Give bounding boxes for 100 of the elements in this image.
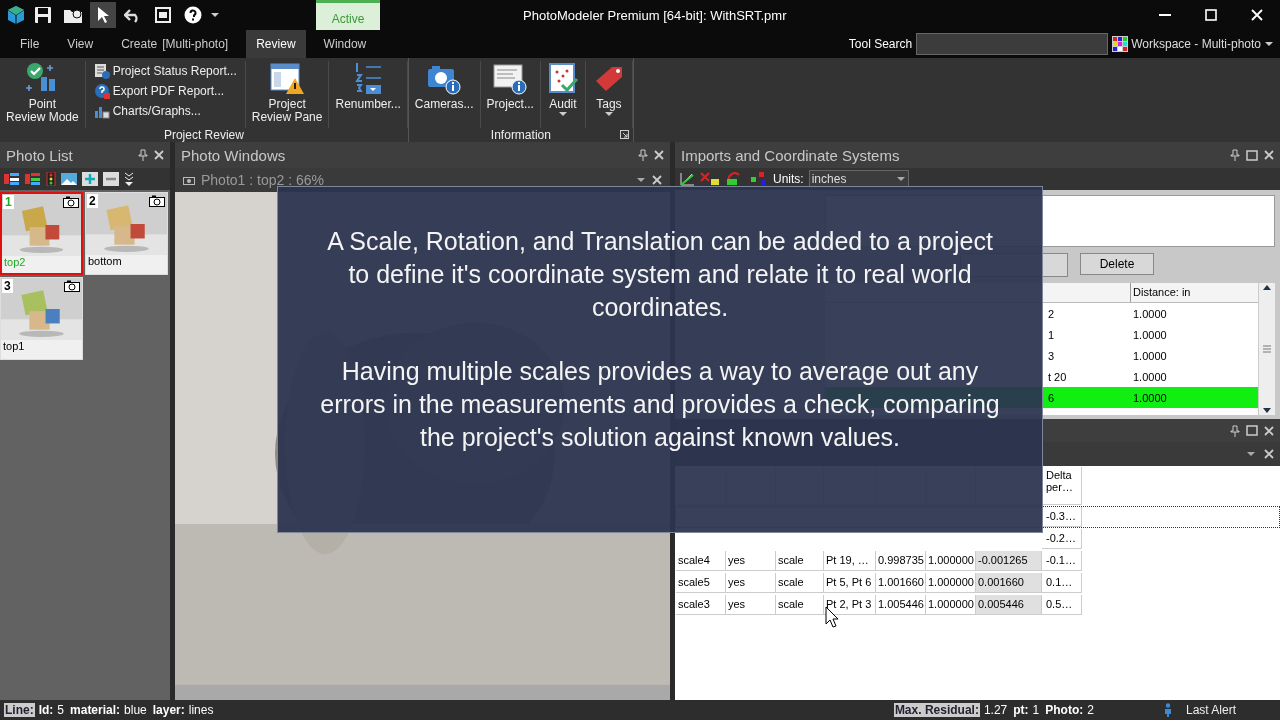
caret-icon[interactable] xyxy=(1264,41,1274,47)
table-cell-text: 3 xyxy=(1047,349,1056,362)
close-icon[interactable] xyxy=(1264,150,1274,160)
camera-icon xyxy=(63,196,79,208)
close-icon[interactable] xyxy=(154,150,164,160)
status-text: 2 xyxy=(1087,703,1094,717)
caption-text: A Scale, Rotation, and Translation can be added to a project to define it's coordinate system and relate it to real world coordinates. xyxy=(326,226,994,323)
table-cell-text: 1.0000 xyxy=(1132,328,1168,341)
table-cell: 1.001660 xyxy=(876,573,926,593)
document-info-icon[interactable] xyxy=(492,61,529,95)
close-icon[interactable] xyxy=(1264,449,1274,459)
pin-icon[interactable] xyxy=(638,149,648,161)
axes-icon[interactable] xyxy=(679,171,695,187)
list-icon[interactable] xyxy=(4,172,20,186)
pin-icon[interactable] xyxy=(1230,424,1240,437)
table-row[interactable]: scale4 yes scale Pt 19, … 0.998735 1.000000 -0.001265 -0.1… xyxy=(675,550,1280,572)
pointer-button[interactable] xyxy=(90,2,116,28)
cursor-icon xyxy=(825,606,839,628)
table-cell: Pt 5, Pt 6 xyxy=(824,573,876,593)
status-text: Photo: xyxy=(1045,703,1084,717)
pointer-icon xyxy=(96,6,110,24)
camera-icon xyxy=(183,175,195,185)
delete-icon[interactable] xyxy=(700,171,720,187)
close-icon[interactable] xyxy=(1264,425,1274,436)
menu-tab[interactable]: File xyxy=(10,30,50,58)
checklist-icon[interactable] xyxy=(546,61,579,95)
table-cell: scale xyxy=(776,551,824,571)
table-cell-text: 6 xyxy=(1047,391,1056,404)
close-icon[interactable] xyxy=(654,150,664,160)
panel-title: Photo Windows xyxy=(181,146,286,164)
photo-number: 2 xyxy=(87,194,98,208)
last-alert-link[interactable]: Last Alert xyxy=(1185,703,1236,717)
scrollbar[interactable] xyxy=(1258,283,1275,415)
grip-icon[interactable] xyxy=(1262,345,1272,353)
status-text: pt: xyxy=(1013,703,1029,717)
pin-icon[interactable] xyxy=(1230,149,1240,161)
pin-icon[interactable] xyxy=(138,149,148,161)
color-grid-icon xyxy=(1112,36,1129,52)
ribbon-button[interactable]: Project Review Pane xyxy=(245,61,330,128)
ribbon-button[interactable]: Renumber... xyxy=(329,61,408,128)
image-icon[interactable] xyxy=(61,172,77,186)
workspace-button[interactable]: Workspace - Multi-photo xyxy=(1112,36,1274,52)
table-cell: yes xyxy=(726,595,776,615)
table-cell: 1.005446 xyxy=(876,595,926,615)
status-text: material: xyxy=(70,703,121,717)
pane-warning-icon[interactable] xyxy=(269,61,306,95)
photo-name: top2 xyxy=(3,256,27,268)
status-text: 1 xyxy=(1032,703,1040,717)
caret-icon[interactable] xyxy=(636,177,646,183)
app-logo-icon[interactable] xyxy=(6,5,26,25)
delete-button[interactable]: Delete xyxy=(1080,253,1154,275)
list-icon[interactable] xyxy=(25,172,41,186)
ribbon-button[interactable]: Project Status Report... xyxy=(89,61,241,81)
maximize-icon[interactable] xyxy=(1246,149,1258,161)
panel-title: Imports and Coordinate Systems xyxy=(681,146,900,164)
down-arrow-icon[interactable] xyxy=(1262,407,1272,415)
chevrons-icon[interactable] xyxy=(124,172,134,186)
photo-thumbnail[interactable]: 2 bottom xyxy=(85,192,168,275)
maximize-icon xyxy=(1205,9,1217,21)
caret-icon[interactable] xyxy=(1246,451,1256,457)
menu-tab[interactable]: View xyxy=(57,30,104,58)
menu-tab[interactable]: Review xyxy=(246,30,306,58)
ribbon-button[interactable]: Charts/Graphs... xyxy=(89,101,241,121)
minus-icon[interactable] xyxy=(103,172,119,186)
person-icon[interactable] xyxy=(1163,703,1172,717)
units-label: Units: xyxy=(773,172,804,186)
caret-icon[interactable] xyxy=(210,12,220,18)
group-label: Project Review xyxy=(162,128,245,142)
ribbon-button[interactable]: Export PDF Report... xyxy=(89,81,241,101)
ribbon-button[interactable]: Cameras... xyxy=(408,61,481,128)
status-text: Id: xyxy=(38,703,54,717)
ribbon-button[interactable]: Audit xyxy=(540,61,586,128)
menu-tab[interactable]: Window xyxy=(313,30,377,58)
menu-tab[interactable]: Create [Multi-photo] xyxy=(111,30,239,58)
ribbon-button[interactable]: Project... xyxy=(480,61,541,128)
status-text: 5 xyxy=(57,703,65,717)
numbered-list-icon[interactable] xyxy=(353,61,384,95)
caret-icon[interactable] xyxy=(557,111,568,117)
table-cell: scale5 xyxy=(676,573,726,593)
close-icon[interactable] xyxy=(652,175,662,185)
tool-search-label: Tool Search xyxy=(848,37,913,51)
table-cell: 0.001660 xyxy=(976,573,1042,593)
photo-tab[interactable]: Photo1 : top2 : 66% xyxy=(201,172,324,188)
pdf-help-icon[interactable] xyxy=(93,83,110,99)
maximize-icon[interactable] xyxy=(1246,425,1258,436)
report-icon[interactable] xyxy=(93,63,110,79)
dialog-launcher-icon[interactable] xyxy=(619,130,629,139)
traffic-light-icon[interactable] xyxy=(46,172,56,186)
caret-icon[interactable] xyxy=(603,111,614,117)
ribbon-button[interactable]: Point Review Mode xyxy=(0,61,86,128)
table-row[interactable]: scale3 yes scale Pt 2, Pt 3 1.005446 1.000000 0.005446 0.5… xyxy=(675,594,1280,616)
up-arrow-icon[interactable] xyxy=(1262,283,1272,291)
ribbon-button[interactable]: Tags xyxy=(585,61,633,128)
window-icon xyxy=(155,7,171,23)
photo-name: bottom xyxy=(87,255,123,267)
tool-search-field[interactable] xyxy=(916,33,1109,55)
table-cell: 0.5… xyxy=(1042,595,1082,615)
points-icon[interactable] xyxy=(750,171,768,187)
table-row[interactable]: scale5 yes scale Pt 5, Pt 6 1.001660 1.000000 0.001660 0.1… xyxy=(675,572,1280,594)
photo-thumbnail[interactable]: 3 top1 xyxy=(0,277,83,360)
